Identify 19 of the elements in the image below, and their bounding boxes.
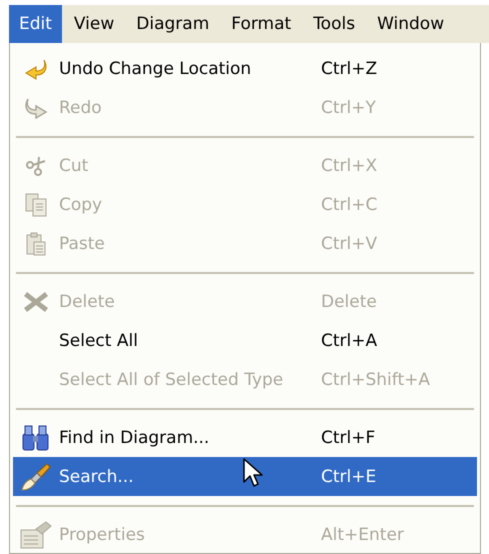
- clipboard-icon: [25, 232, 47, 256]
- menu-item[interactable]: Find in Diagram... Ctrl+F: [13, 418, 477, 457]
- scissors-icon: [25, 154, 47, 176]
- properties-icon: [20, 520, 52, 548]
- binoculars-icon: [21, 424, 51, 450]
- copy-icon: [25, 192, 47, 216]
- menu-bar-item[interactable]: View: [64, 5, 124, 43]
- menu-bar-item[interactable]: Format: [221, 5, 302, 43]
- undo-arrow-icon: [24, 58, 48, 80]
- menu-item[interactable]: Undo Change Location Ctrl+Z: [13, 49, 477, 88]
- menu-item[interactable]: Select All Ctrl+A: [13, 321, 477, 360]
- redo-arrow-icon: [24, 96, 48, 118]
- menu-item[interactable]: Search... Ctrl+E: [13, 457, 477, 496]
- menu-bar-item[interactable]: Tools: [303, 5, 366, 43]
- delete-icon: [23, 290, 49, 314]
- menu-bar-item[interactable]: Window: [367, 5, 454, 43]
- menu-bar-item[interactable]: Diagram: [126, 5, 220, 43]
- menu-bar-item[interactable]: Edit: [9, 5, 62, 43]
- brush-icon: [21, 462, 51, 490]
